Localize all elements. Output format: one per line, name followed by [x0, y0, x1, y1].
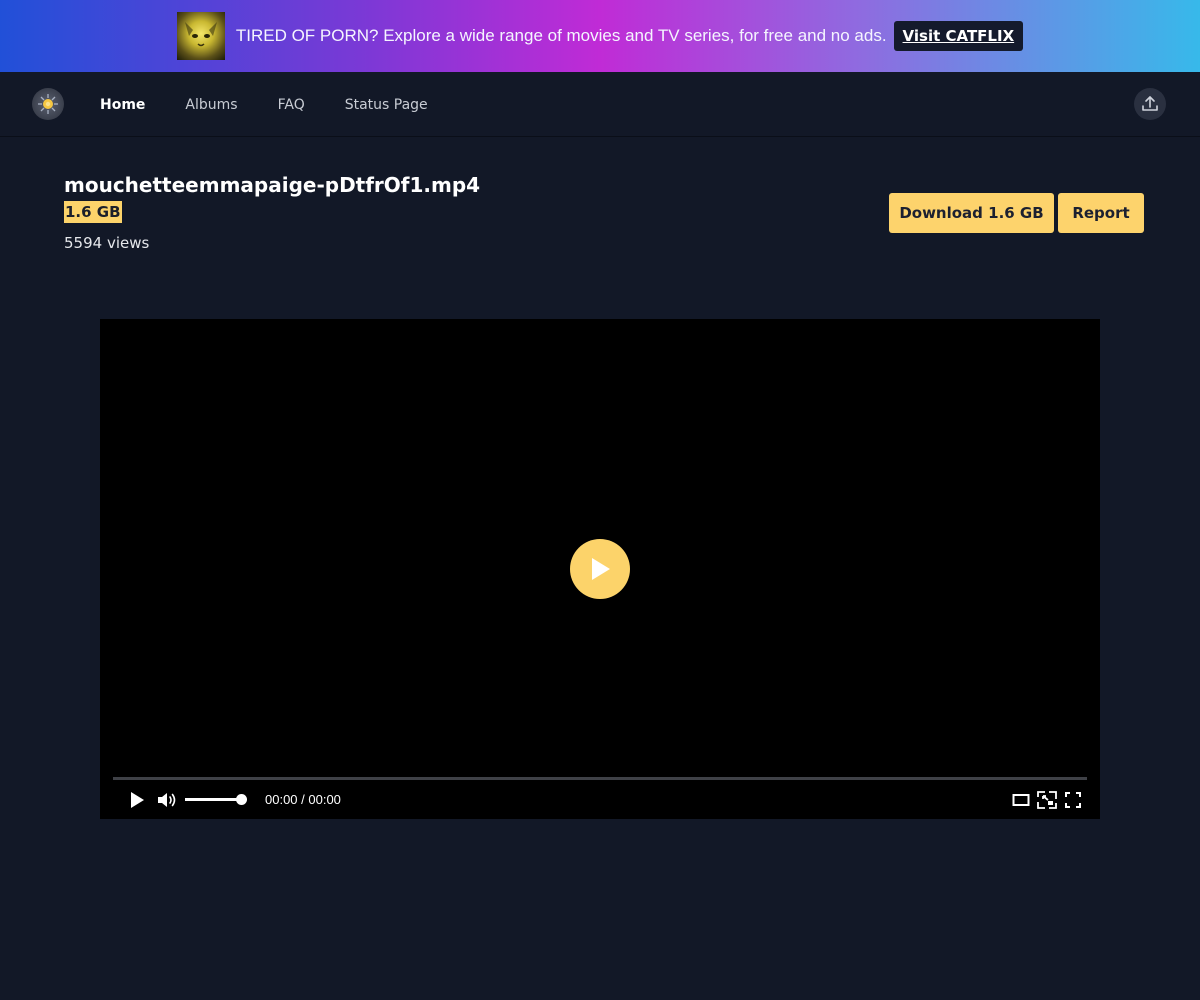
progress-bar[interactable]	[113, 777, 1087, 780]
fullscreen-icon[interactable]	[1064, 790, 1082, 810]
nav-link-status-page[interactable]: Status Page	[345, 97, 428, 113]
nav-link-home[interactable]: Home	[100, 97, 145, 113]
play-icon	[592, 558, 610, 580]
promo-content: TIRED OF PORN? Explore a wide range of m…	[176, 12, 1024, 60]
download-button[interactable]: Download 1.6 GB	[889, 193, 1054, 233]
nav-link-faq[interactable]: FAQ	[278, 97, 305, 113]
promo-text: TIRED OF PORN? Explore a wide range of m…	[235, 26, 887, 45]
nav-links: Home Albums FAQ Status Page	[100, 72, 468, 137]
file-size-badge: 1.6 GB	[64, 201, 122, 223]
video-player[interactable]: 00:00 / 00:00	[100, 319, 1100, 819]
promo-banner: TIRED OF PORN? Explore a wide range of m…	[0, 0, 1200, 72]
gear-sun-logo-icon[interactable]	[32, 88, 64, 120]
volume-icon[interactable]	[156, 790, 178, 810]
play-icon[interactable]	[128, 790, 146, 810]
player-controls: 00:00 / 00:00	[100, 785, 1100, 819]
navbar: Home Albums FAQ Status Page	[0, 72, 1200, 137]
volume-slider-handle[interactable]	[236, 794, 247, 805]
time-display: 00:00 / 00:00	[265, 792, 341, 807]
upload-icon[interactable]	[1134, 88, 1166, 120]
file-header: mouchetteemmapaige-pDtfrOf1.mp4 1.6 GB 5…	[0, 137, 1200, 320]
picture-in-picture-icon[interactable]	[1037, 790, 1057, 810]
nav-link-albums[interactable]: Albums	[185, 97, 237, 113]
big-play-button[interactable]	[570, 539, 630, 599]
visit-catflix-button[interactable]: Visit CATFLIX	[893, 21, 1024, 51]
cat-face-thumbnail[interactable]	[176, 12, 225, 60]
file-name: mouchetteemmapaige-pDtfrOf1.mp4	[64, 173, 481, 197]
theater-mode-icon[interactable]	[1012, 791, 1030, 809]
view-count: 5594 views	[64, 234, 150, 252]
report-button[interactable]: Report	[1058, 193, 1144, 233]
